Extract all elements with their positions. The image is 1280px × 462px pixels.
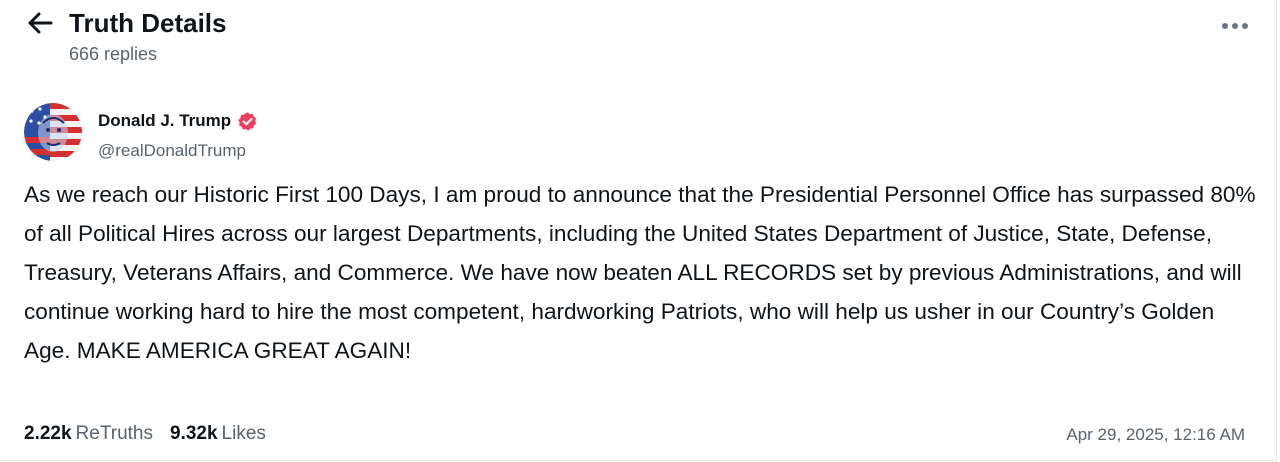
author-block: Donald J. Trump @realDonaldTrump [98, 110, 258, 161]
post-body-text: As we reach our Historic First 100 Days,… [24, 182, 1256, 363]
more-options-button[interactable] [1220, 16, 1250, 36]
post-stats: 2.22k ReTruths 9.32k Likes [24, 422, 283, 446]
arrow-left-icon [28, 12, 53, 34]
likes-label: Likes [221, 423, 266, 444]
post-details-panel: Truth Details 666 replies Donald J. Trum… [0, 0, 1277, 461]
likes-stat[interactable]: 9.32k Likes [170, 422, 266, 446]
page-title: Truth Details [69, 8, 227, 38]
avatar-image [24, 103, 82, 161]
verified-badge-icon [237, 111, 258, 132]
more-horizontal-icon [1222, 23, 1248, 29]
author-handle[interactable]: @realDonaldTrump [98, 141, 258, 161]
author-name[interactable]: Donald J. Trump [98, 110, 231, 132]
likes-count: 9.32k [169, 423, 218, 444]
page-header: Truth Details 666 replies [24, 6, 1250, 70]
back-button[interactable] [24, 6, 58, 40]
retruths-count: 2.22k [24, 423, 72, 444]
replies-count[interactable]: 666 replies [69, 43, 157, 65]
post-timestamp: Apr 29, 2025, 12:16 AM [1066, 425, 1245, 444]
author-name-row: Donald J. Trump [98, 110, 258, 132]
avatar[interactable] [24, 103, 82, 161]
retruths-stat[interactable]: 2.22k ReTruths [24, 422, 153, 446]
retruths-label: ReTruths [75, 423, 153, 444]
